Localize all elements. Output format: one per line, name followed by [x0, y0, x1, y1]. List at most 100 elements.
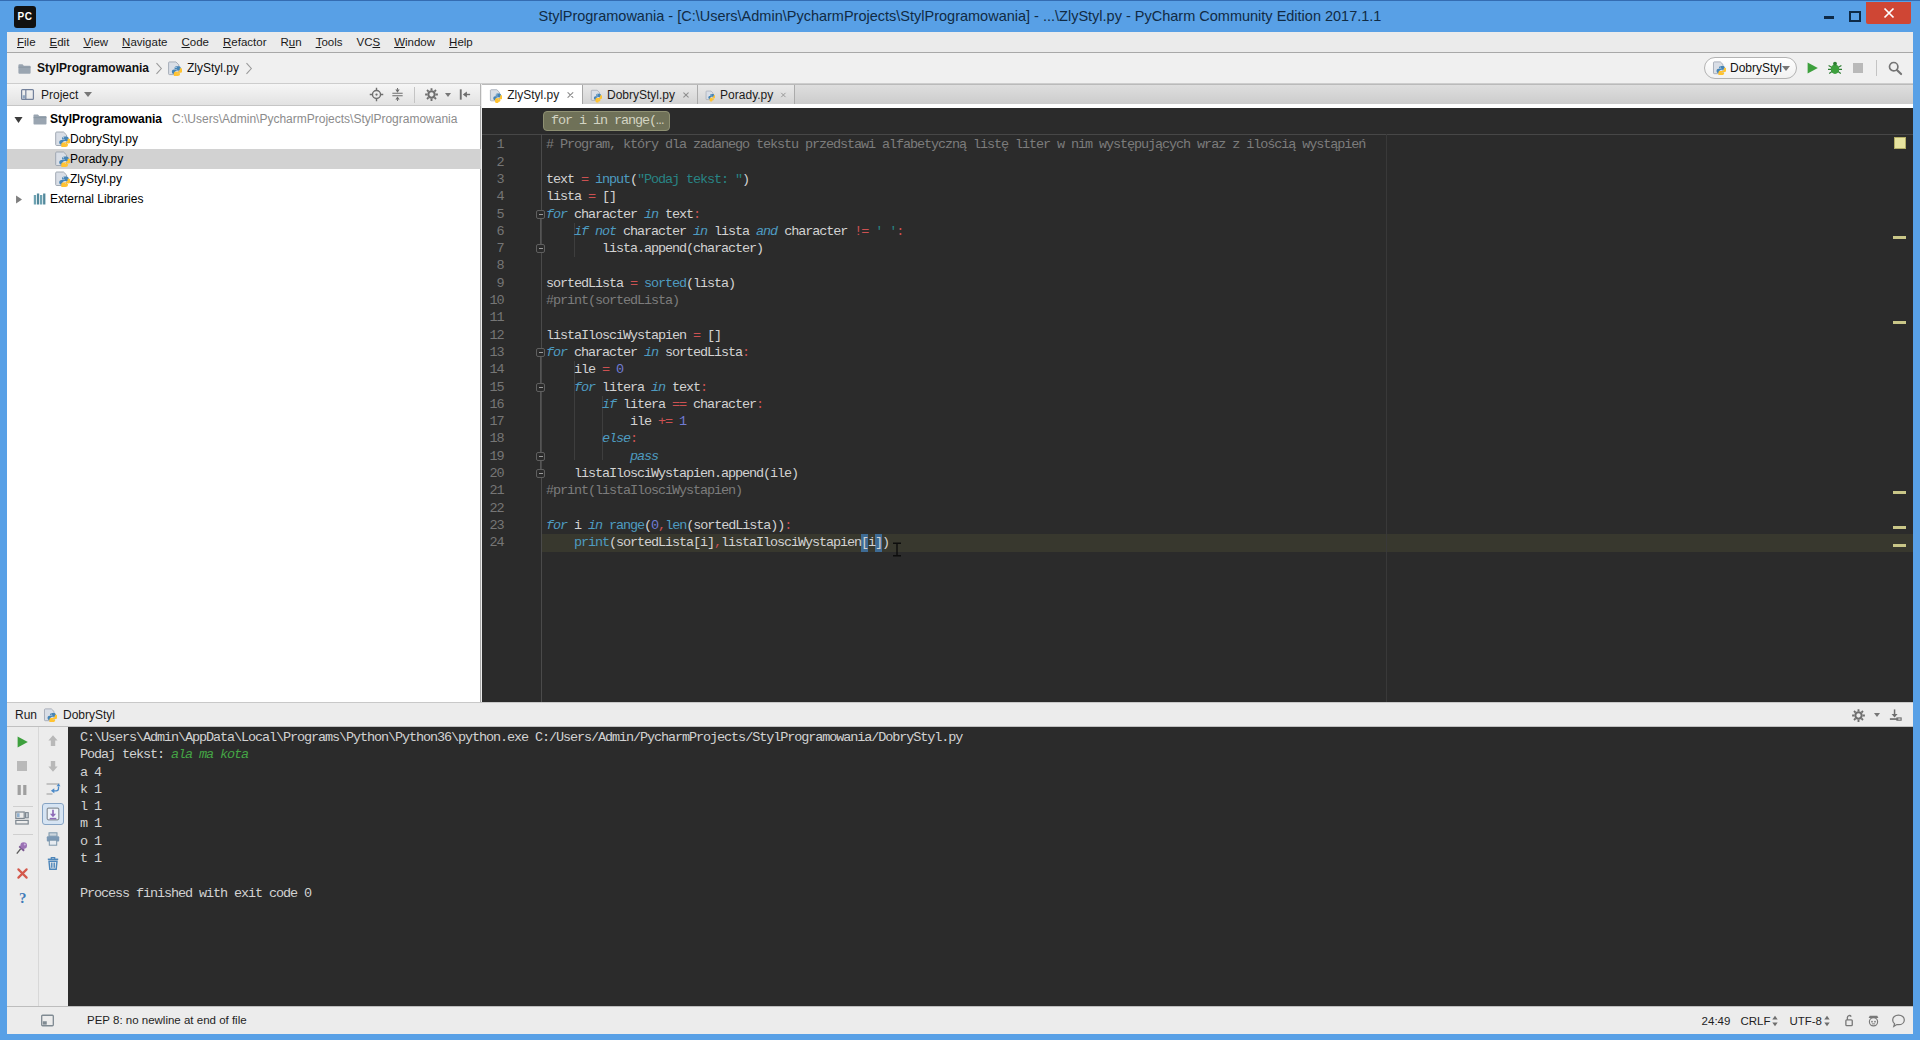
debug-button[interactable] [1827, 60, 1843, 76]
menu-edit[interactable]: Edit [43, 32, 77, 53]
tree-item-label: StylProgramowania [50, 112, 162, 126]
tab-close-icon[interactable] [682, 90, 690, 100]
menu-run[interactable]: Run [274, 32, 309, 53]
locate-file-button[interactable] [369, 87, 384, 102]
tree-item-stylprogramowania[interactable]: StylProgramowaniaC:\Users\Admin\PycharmP… [7, 109, 481, 129]
inspection-status-square[interactable] [1894, 137, 1906, 149]
python-icon [489, 88, 502, 103]
gutter-separator [541, 134, 542, 702]
code-editor[interactable]: 1 2 3 4 5 6 7 8 9 10 11 12 13 14 15 16 1… [482, 108, 1913, 702]
help-button[interactable]: ? [19, 890, 27, 907]
encoding-widget[interactable]: UTF-8 [1789, 1015, 1831, 1027]
hide-panel-button[interactable] [1888, 708, 1903, 723]
hide-panel-button[interactable] [457, 87, 472, 102]
menu-code[interactable]: Code [175, 32, 217, 53]
tree-item-external-libraries[interactable]: External Libraries [7, 189, 481, 209]
hint-separator-line [482, 134, 1913, 135]
soft-wrap-button[interactable] [45, 781, 61, 797]
print-button[interactable] [45, 831, 61, 847]
menu-tools[interactable]: Tools [309, 32, 350, 53]
run-panel-header: Run DobryStyl [7, 702, 1913, 727]
event-log-bubble-icon[interactable] [1891, 1013, 1906, 1028]
lock-icon[interactable] [1841, 1013, 1856, 1028]
maximize-button[interactable] [1849, 11, 1861, 22]
warning-stripe-mark[interactable] [1893, 526, 1906, 529]
chevron-down-icon[interactable] [1874, 713, 1880, 717]
line-separator-widget[interactable]: CRLF [1740, 1015, 1779, 1027]
caret-position[interactable]: 24:49 [1702, 1015, 1731, 1027]
chevron-down-icon[interactable] [84, 92, 92, 97]
run-panel-title: Run [15, 708, 37, 722]
console-output: C:\Users\Admin\AppData\Local\Programs\Py… [80, 729, 962, 902]
warning-stripe-mark[interactable] [1893, 321, 1906, 324]
menu-file[interactable]: File [10, 32, 43, 53]
chevron-right-icon [155, 62, 163, 75]
inspection-profile-icon[interactable] [1866, 1013, 1881, 1028]
tab-close-icon[interactable] [566, 90, 575, 100]
tree-item-porady-py[interactable]: Porady.py [7, 149, 481, 169]
tree-item-dobrystyl-py[interactable]: DobryStyl.py [7, 129, 481, 149]
run-panel-config-label[interactable]: DobryStyl [63, 708, 115, 722]
warning-stripe-mark[interactable] [1893, 236, 1906, 239]
tab-zlystyl-py[interactable]: ZlyStyl.py [482, 85, 583, 105]
up-stack-trace-button[interactable] [45, 733, 61, 749]
warning-stripe-mark[interactable] [1893, 491, 1906, 494]
collapse-all-button[interactable] [390, 87, 405, 102]
stop-button[interactable] [1850, 60, 1866, 76]
restore-layout-button[interactable] [14, 810, 30, 826]
chevron-right-icon [245, 62, 253, 75]
breadcrumb-label: ZlyStyl.py [187, 61, 239, 75]
fold-marker[interactable] [536, 383, 545, 392]
run-toolbar: ? [7, 727, 68, 1006]
clear-all-button[interactable] [45, 855, 61, 871]
gear-icon[interactable] [1851, 708, 1866, 723]
menu-vcs[interactable]: VCS [349, 32, 387, 53]
fold-marker[interactable] [536, 244, 545, 253]
minimize-button[interactable] [1824, 16, 1834, 19]
search-everywhere-button[interactable] [1887, 60, 1903, 76]
fold-marker[interactable] [536, 348, 545, 357]
warning-stripe-mark[interactable] [1893, 544, 1906, 547]
python-icon [54, 131, 70, 147]
tab-dobrystyl-py[interactable]: DobryStyl.py [583, 85, 698, 105]
python-icon [705, 88, 715, 103]
expand-arrow-icon[interactable] [13, 194, 24, 205]
breadcrumb-item[interactable]: ZlyStyl.py [167, 61, 239, 76]
fold-marker[interactable] [536, 452, 545, 461]
fold-marker[interactable] [536, 210, 545, 219]
down-stack-trace-button[interactable] [45, 758, 61, 774]
gear-icon[interactable] [424, 87, 439, 102]
tree-item-label: ZlyStyl.py [70, 172, 122, 186]
project-panel-header: Project [7, 84, 481, 106]
run-configuration-combo[interactable]: DobryStyl [1704, 57, 1797, 79]
menu-refactor[interactable]: Refactor [216, 32, 273, 53]
updown-icon [1771, 1015, 1779, 1027]
window-title: StylProgramowania - [C:\Users\Admin\Pych… [0, 1, 1920, 32]
rerun-button[interactable] [14, 734, 30, 750]
fold-marker[interactable] [536, 469, 545, 478]
menu-view[interactable]: View [76, 32, 115, 53]
code-text[interactable]: # Program, który dla zadanego tekstu prz… [546, 136, 1365, 551]
pause-output-button[interactable] [14, 782, 30, 798]
run-configuration-label: DobryStyl [1730, 61, 1782, 75]
close-button[interactable] [1866, 2, 1911, 24]
menu-window[interactable]: Window [387, 32, 442, 53]
tree-item-zlystyl-py[interactable]: ZlyStyl.py [7, 169, 481, 189]
menu-help[interactable]: Help [442, 32, 480, 53]
run-console[interactable]: C:\Users\Admin\AppData\Local\Programs\Py… [68, 727, 1913, 1006]
breadcrumb-item[interactable]: StylProgramowania [17, 61, 149, 76]
stop-button[interactable] [14, 758, 30, 774]
tab-close-icon[interactable] [780, 90, 787, 100]
tab-porady-py[interactable]: Porady.py [698, 85, 795, 105]
menu-navigate[interactable]: Navigate [115, 32, 174, 53]
expand-arrow-icon[interactable] [13, 114, 24, 125]
close-panel-button[interactable] [15, 866, 30, 881]
run-button[interactable] [1804, 60, 1820, 76]
toolwindow-switcher-icon[interactable] [40, 1013, 55, 1028]
pin-tab-button[interactable] [14, 840, 30, 856]
chevron-down-icon[interactable] [445, 93, 451, 97]
status-bar: PEP 8: no newline at end of file 24:49 C… [7, 1006, 1913, 1034]
window-border-right [1913, 32, 1920, 1034]
breadcrumb-label: StylProgramowania [37, 61, 149, 75]
breadcrumb: StylProgramowania ZlyStyl.py [17, 53, 257, 83]
